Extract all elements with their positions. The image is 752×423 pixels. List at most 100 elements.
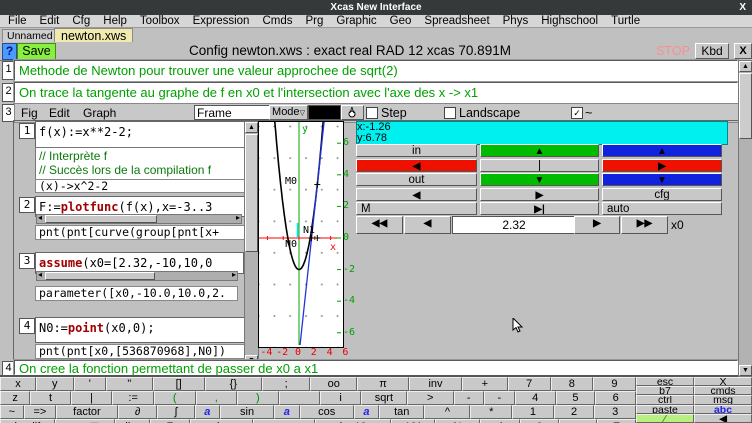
key-msg[interactable]: msg: [694, 395, 752, 404]
entry2-hscrollbar[interactable]: ◂ ▸: [36, 214, 242, 224]
menu-cmds[interactable]: Cmds: [262, 15, 292, 27]
key-b7[interactable]: b7: [636, 386, 694, 395]
key-*[interactable]: *: [470, 405, 512, 419]
kbd-switch-icon[interactable]: ∕: [636, 414, 694, 423]
zoom-out-button[interactable]: out: [356, 173, 477, 186]
key-|[interactable]: |: [71, 391, 113, 405]
pointer-mode-icon[interactable]: A: [341, 105, 364, 120]
key-ctrl[interactable]: ctrl: [636, 395, 694, 404]
frame-input[interactable]: [194, 105, 270, 120]
key-exp[interactable]: exp: [253, 419, 316, 423]
key-π[interactable]: π: [357, 377, 409, 391]
key-4[interactable]: 4: [515, 391, 556, 405]
menu-toolbox[interactable]: Toolbox: [140, 15, 180, 27]
param-forward-button[interactable]: ▶: [574, 216, 620, 234]
pan-right-button[interactable]: ▶: [480, 188, 599, 201]
pan-left-button[interactable]: ◀: [356, 188, 477, 201]
code-panel-scrollbar[interactable]: ▲ ▼: [244, 121, 259, 367]
param-fast-back-button[interactable]: ◀◀: [356, 216, 403, 234]
line2-input[interactable]: On trace la tangente au graphe de f en x…: [14, 82, 738, 103]
tab-newton-xws[interactable]: newton.xws: [54, 28, 133, 43]
key-ln[interactable]: ln: [190, 419, 253, 423]
key-i[interactable]: i: [320, 391, 361, 405]
zoom-in-button[interactable]: in: [356, 144, 477, 157]
key-'[interactable]: ': [74, 377, 106, 391]
landscape-checkbox[interactable]: [444, 107, 456, 119]
menu-help[interactable]: Help: [103, 15, 127, 27]
scroll-right-icon[interactable]: ▸: [232, 270, 236, 280]
key-a[interactable]: a: [195, 405, 220, 419]
key-t[interactable]: t: [30, 391, 71, 405]
entry2-hscroll-thumb[interactable]: [45, 215, 157, 223]
graph-canvas[interactable]: yxM0N1N0: [258, 121, 344, 348]
key->[interactable]: >: [407, 391, 454, 405]
key-,[interactable]: ,: [196, 391, 238, 405]
menu-prg[interactable]: Prg: [305, 15, 323, 27]
back-icon[interactable]: ◀: [694, 414, 752, 423]
menu-turtle[interactable]: Turtle: [611, 15, 640, 27]
menu-edit[interactable]: Edit: [40, 15, 60, 27]
key-[][interactable]: []: [153, 377, 205, 391]
key-a[interactable]: a: [274, 405, 299, 419]
key-cos[interactable]: cos: [300, 405, 354, 419]
pan-up-button[interactable]: ▲: [480, 144, 599, 157]
scroll-right-icon[interactable]: ▸: [236, 213, 240, 223]
close-session-button[interactable]: X: [734, 43, 752, 59]
key-E[interactable]: E: [597, 419, 636, 423]
key-{}[interactable]: {}: [205, 377, 262, 391]
menu-expression[interactable]: Expression: [193, 15, 250, 27]
key-10^[interactable]: 10^: [391, 419, 435, 423]
line1-input[interactable]: Methode de Newton pour trouver une valeu…: [14, 60, 738, 81]
step-checkbox[interactable]: [366, 107, 378, 119]
edit-menu[interactable]: Edit: [49, 106, 70, 120]
key--[interactable]: -: [454, 391, 484, 405]
entry3-hscroll-thumb[interactable]: [45, 272, 155, 280]
step-end-button[interactable]: ▶|: [480, 202, 599, 215]
entry1-number[interactable]: 1: [19, 123, 35, 139]
key-y[interactable]: y: [36, 377, 74, 391]
menu-highschool[interactable]: Highschool: [541, 15, 598, 27]
key-x[interactable]: x: [0, 377, 36, 391]
param-fast-forward-button[interactable]: ▶▶: [621, 216, 668, 234]
key-+[interactable]: +: [462, 377, 508, 391]
key-:=[interactable]: :=: [112, 391, 154, 405]
key-tan[interactable]: tan: [379, 405, 424, 419]
key-esc[interactable]: esc: [636, 377, 694, 386]
key-;[interactable]: ;: [262, 377, 310, 391]
cfg-button[interactable]: cfg: [602, 188, 722, 201]
menu-phys[interactable]: Phys: [503, 15, 529, 27]
key-1[interactable]: 1: [512, 405, 554, 419]
key-log10[interactable]: log10: [315, 419, 391, 423]
key-sqrt[interactable]: sqrt: [361, 391, 407, 405]
key-([interactable]: (: [154, 391, 196, 405]
scroll-left-icon[interactable]: ◂: [38, 213, 42, 223]
kbd-toggle-button[interactable]: Kbd: [695, 43, 729, 59]
scroll-down-icon[interactable]: ▼: [739, 365, 752, 376]
menu-file[interactable]: File: [8, 15, 27, 27]
param-value-input[interactable]: [452, 216, 576, 234]
key-/[interactable]: /: [480, 419, 520, 423]
key-abc[interactable]: abc: [694, 405, 752, 414]
pan-down-button[interactable]: ▼: [480, 173, 599, 186]
menu-spreadsheet[interactable]: Spreadsheet: [424, 15, 489, 27]
scroll-up-icon[interactable]: ▲: [739, 61, 752, 72]
approx-checkbox[interactable]: ✓: [571, 107, 583, 119]
entry2-number[interactable]: 2: [19, 197, 35, 213]
key--[interactable]: -: [484, 391, 515, 405]
center-button[interactable]: |: [480, 159, 599, 172]
key-lim[interactable]: lim: [115, 419, 150, 423]
key-6[interactable]: 6: [595, 391, 636, 405]
tab-unnamed[interactable]: Unnamed: [2, 29, 58, 43]
entry3-hscrollbar[interactable]: ◂ ▸: [36, 271, 238, 281]
param-back-button[interactable]: ◀: [404, 216, 451, 234]
key-inv[interactable]: inv: [409, 377, 462, 391]
key-blank[interactable]: [279, 391, 321, 405]
key-paste[interactable]: paste: [636, 405, 694, 414]
key-z[interactable]: z: [0, 391, 30, 405]
line4-input[interactable]: On cree la fonction permettant de passer…: [14, 360, 738, 375]
pan-right-fast-button[interactable]: ▶: [602, 159, 722, 172]
config-status-button[interactable]: Config newton.xws : exact real RAD 12 xc…: [0, 43, 700, 59]
key-2[interactable]: 2: [554, 405, 595, 419]
key-sin[interactable]: sin: [220, 405, 274, 419]
key-"[interactable]: ": [106, 377, 153, 391]
